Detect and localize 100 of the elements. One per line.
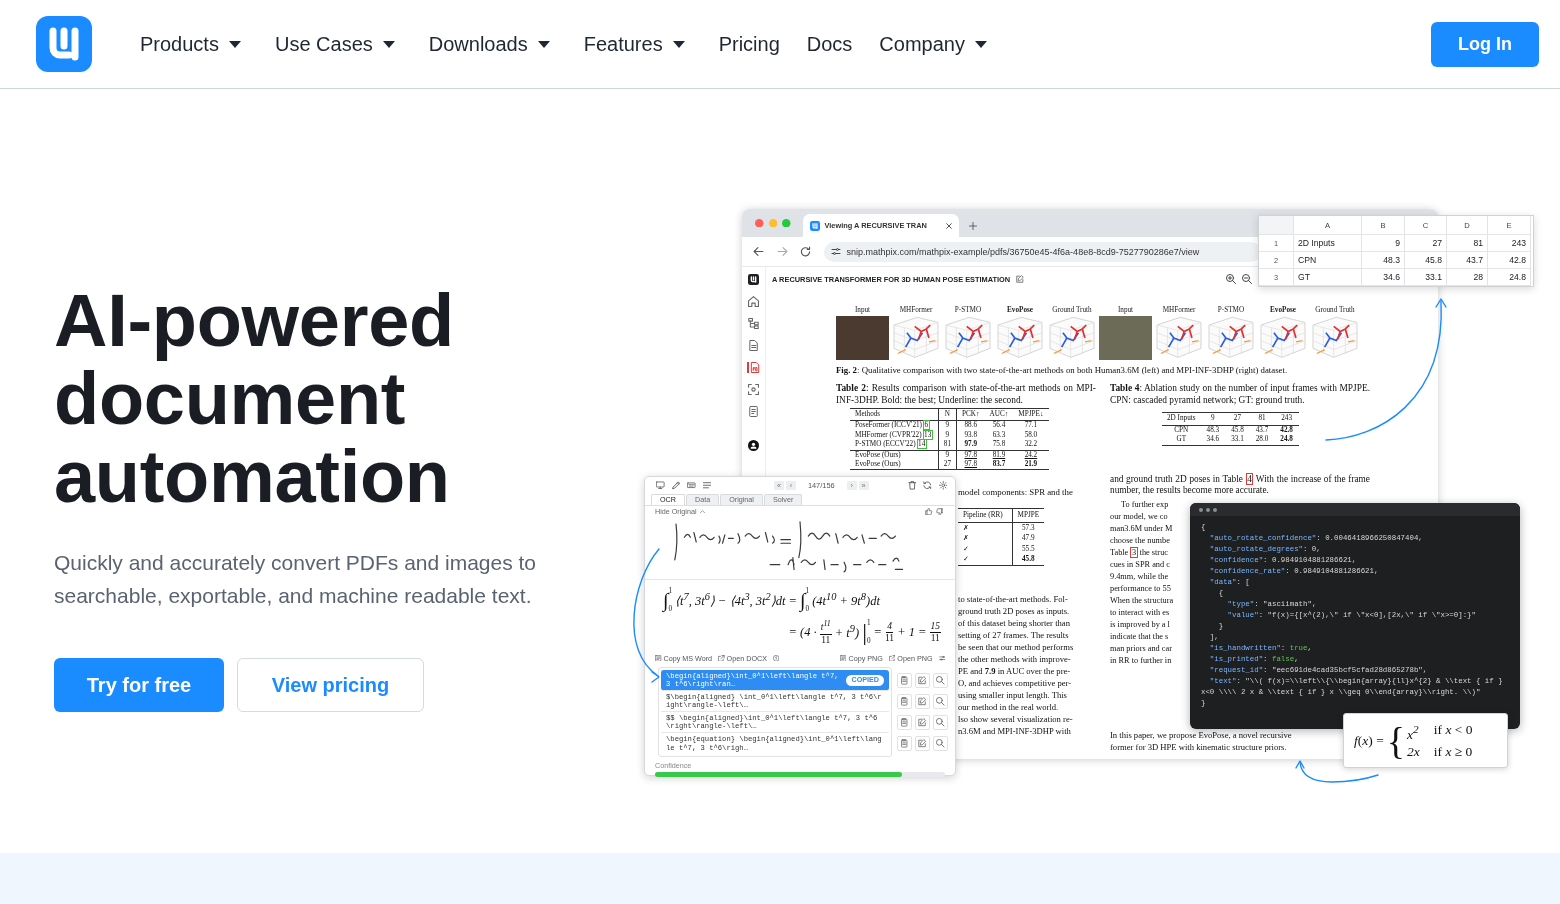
- edit-icon: [918, 739, 927, 748]
- paper-text: ground truth 2D poses as inputs.: [958, 604, 1070, 617]
- paper-text: cues in SPR and c: [1110, 558, 1170, 571]
- table-cell: 81: [1447, 235, 1488, 252]
- trash-icon[interactable]: [907, 481, 916, 490]
- search-icon: [936, 697, 945, 706]
- brace-symbol: {: [1386, 720, 1405, 761]
- paper-text: In this paper, we propose EvoPose, a novel recursive: [1110, 728, 1292, 741]
- paper-text: to interact with es: [1110, 606, 1170, 619]
- paper-text: O, and achieves competitive per-: [958, 676, 1072, 689]
- edit-button[interactable]: [915, 673, 930, 688]
- reload-icon[interactable]: [800, 246, 811, 257]
- keyboard-icon[interactable]: [687, 481, 696, 490]
- pose-plot-drawing: [995, 316, 1045, 360]
- close-icon[interactable]: [945, 222, 952, 229]
- menu-icon[interactable]: [702, 481, 711, 490]
- search-button[interactable]: [933, 673, 948, 688]
- external-link-icon: [888, 654, 896, 662]
- monitor-icon[interactable]: [656, 481, 665, 490]
- back-arrow-icon[interactable]: [753, 246, 764, 257]
- address-bar[interactable]: snip.mathpix.com/mathpix-example/pdfs/36750e45-4f6a-48e8-8cd9-7527790286e7/view: [823, 241, 1261, 262]
- math-expression: f(x) =: [1354, 732, 1384, 749]
- nav-dropdown[interactable]: Use Cases: [274, 32, 395, 56]
- paper-text: When the structura: [1110, 594, 1174, 607]
- scan-icon[interactable]: [748, 384, 759, 395]
- paper-text: indicate that the s: [1110, 630, 1169, 643]
- paper-text: of this dataset being shorter than: [958, 616, 1070, 629]
- paper-text: using smaller input length. This: [958, 688, 1067, 701]
- search-button[interactable]: [933, 736, 948, 751]
- refresh-icon[interactable]: [923, 481, 932, 490]
- document-icon[interactable]: [748, 340, 759, 351]
- table-cell: 24.8: [1488, 269, 1531, 286]
- help-icon[interactable]: [772, 654, 780, 662]
- paper-text: performance to 55: [1110, 582, 1171, 595]
- nav-dropdown[interactable]: Products: [140, 32, 241, 56]
- copy-button[interactable]: [897, 673, 912, 688]
- thumbs-up-icon[interactable]: [925, 507, 933, 516]
- settings-icon[interactable]: [938, 481, 947, 490]
- table-cell: 28: [1447, 269, 1488, 286]
- thumbs-down-icon[interactable]: [935, 507, 943, 516]
- paper-text: To further exp: [1120, 498, 1169, 511]
- paper-text: man priors and car: [1110, 642, 1172, 655]
- search-button[interactable]: [933, 715, 948, 730]
- paper-text: the other methods with improve-: [958, 652, 1071, 665]
- nav-link[interactable]: Pricing: [718, 32, 780, 56]
- photo-placeholder: [1099, 316, 1152, 360]
- zoom-out-icon[interactable]: [1242, 274, 1252, 284]
- table-reference-link[interactable]: 4: [1245, 472, 1254, 485]
- fraction-numerator: t$^{11}$: [819, 618, 832, 635]
- caret-icon: [974, 40, 987, 48]
- pose-plot-drawing: [1206, 316, 1256, 360]
- search-icon: [936, 739, 945, 748]
- favicon-icon: [809, 220, 820, 231]
- paper-text: in RR to further in: [1110, 654, 1172, 667]
- pen-icon[interactable]: [671, 481, 680, 490]
- fraction-numerator: 4: [886, 620, 893, 633]
- nav-dropdown[interactable]: Features: [583, 32, 685, 56]
- clipboard-icon: [900, 718, 909, 727]
- pdf-file-icon[interactable]: [747, 362, 760, 373]
- nav-link[interactable]: Docs: [806, 32, 853, 56]
- new-tab-icon[interactable]: [968, 222, 977, 230]
- logo-icon[interactable]: [748, 274, 759, 285]
- edit-button[interactable]: [915, 715, 930, 730]
- document-icon: [840, 654, 847, 662]
- copy-button[interactable]: [897, 736, 912, 751]
- external-link-icon: [718, 654, 725, 662]
- close-window-icon[interactable]: [755, 218, 764, 228]
- nav-dropdown[interactable]: Downloads: [428, 32, 550, 56]
- clipboard-icon: [900, 739, 909, 748]
- folder-tree-icon[interactable]: [748, 318, 759, 329]
- edit-button[interactable]: [915, 736, 930, 751]
- forward-arrow-icon[interactable]: [776, 246, 788, 257]
- paper-text: is improved by a l: [1110, 618, 1170, 631]
- math-expression: x$^{2}$: [1407, 722, 1420, 743]
- zoom-in-icon[interactable]: [1226, 274, 1236, 284]
- search-icon: [936, 676, 945, 685]
- edit-icon[interactable]: [1016, 275, 1025, 283]
- table-cell: 48.3: [1362, 252, 1405, 269]
- integral-symbol: ∫: [663, 589, 669, 613]
- edit-icon: [918, 718, 927, 727]
- fraction-denominator: 11: [821, 634, 831, 646]
- file-icon[interactable]: [748, 406, 759, 417]
- paper-text: and ground truth 2D poses in Table 4 With the increase of the frame number, the results become more accurate.: [1110, 473, 1370, 497]
- paper-text: n3.6M and MPI-INF-3DHP with: [958, 724, 1071, 737]
- table-reference-link[interactable]: 3: [1130, 546, 1138, 558]
- nav-dropdown[interactable]: Company: [879, 32, 987, 56]
- search-button[interactable]: [933, 694, 948, 709]
- sliders-icon[interactable]: [938, 654, 945, 662]
- chevron-up-icon: [699, 509, 705, 514]
- paper-text: our method in the real world.: [958, 700, 1059, 713]
- edit-button[interactable]: [915, 694, 930, 709]
- copy-button[interactable]: [897, 715, 912, 730]
- math-expression: (4t$^{10}$ + 9t$^{8}$)dt: [812, 590, 880, 610]
- table-cell: 9: [1362, 235, 1405, 252]
- pose-plot-drawing: [891, 316, 941, 360]
- avatar-icon[interactable]: [748, 440, 759, 451]
- copy-button[interactable]: [897, 694, 912, 709]
- home-icon[interactable]: [748, 296, 759, 307]
- table-cell: 42.8: [1488, 252, 1531, 269]
- site-settings-icon[interactable]: [830, 247, 841, 256]
